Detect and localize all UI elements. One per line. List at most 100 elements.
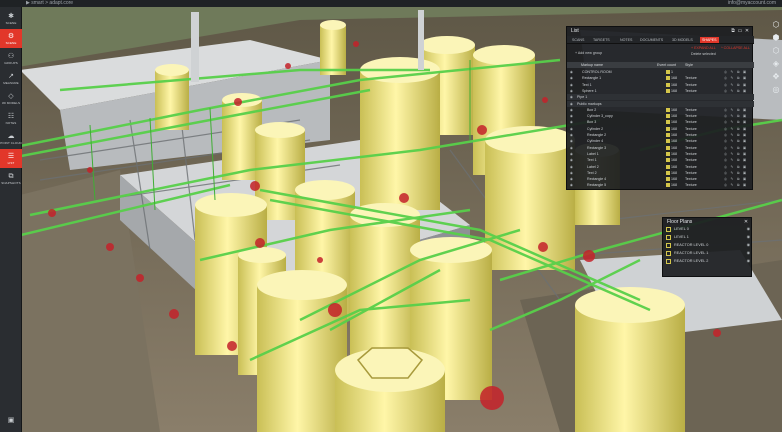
row-actions-icon[interactable]: ◎ ✎ ⧉ ▣: [724, 182, 748, 188]
list-item[interactable]: ◉ Text 1 168 Texture ◎ ✎ ⧉ ▣: [567, 82, 754, 88]
view-front-icon[interactable]: ⬢: [771, 33, 781, 43]
style-texture[interactable]: Texture: [685, 170, 697, 176]
style-swatch[interactable]: [666, 133, 670, 137]
floor-plan-item[interactable]: REACTOR LEVEL 0 ◉: [663, 242, 753, 249]
pan-icon[interactable]: ✥: [771, 72, 781, 82]
toolbar-item-scene[interactable]: ✱ scene: [0, 9, 22, 28]
style-texture[interactable]: Texture: [685, 119, 697, 125]
toolbar-item-snapshots[interactable]: ⧉ snapshots: [0, 169, 22, 188]
list-item[interactable]: ◉ Text 2 168 Texture ◎ ✎ ⧉ ▣: [567, 170, 754, 176]
orbit-icon[interactable]: ◎: [771, 85, 781, 95]
floor-plan-item[interactable]: LEVEL 0 ◉: [663, 226, 753, 233]
list-item[interactable]: ◉ Sphere 1 168 Texture ◎ ✎ ⧉ ▣: [567, 88, 754, 94]
list-item[interactable]: ◉ CONTROL ROOM 1 ◎ ✎ ⧉ ▣: [567, 69, 754, 75]
style-swatch[interactable]: [666, 82, 670, 87]
breadcrumb[interactable]: ▶ smart > adapt.core: [26, 0, 73, 7]
visibility-icon[interactable]: ◉: [747, 226, 750, 233]
visibility-icon[interactable]: ◉: [569, 126, 574, 132]
tab-documents[interactable]: DOCUMENTS: [638, 37, 665, 43]
list-item[interactable]: ◉ Cylinder 2 168 Texture ◎ ✎ ⧉ ▣: [567, 126, 754, 132]
toolbar-item-scene-active[interactable]: ⚙ scene: [0, 29, 22, 48]
style-texture[interactable]: Texture: [685, 75, 697, 81]
row-actions-icon[interactable]: ◎ ✎ ⧉ ▣: [724, 164, 748, 170]
row-actions-icon[interactable]: ◎ ✎ ⧉ ▣: [724, 113, 748, 119]
visibility-icon[interactable]: ◉: [569, 88, 574, 94]
style-swatch[interactable]: [666, 120, 670, 125]
list-item[interactable]: ◉ Box 3 168 Texture ◎ ✎ ⧉ ▣: [567, 119, 754, 125]
tab-scans[interactable]: SCANS: [570, 37, 586, 43]
row-actions-icon[interactable]: ◎ ✎ ⧉ ▣: [724, 82, 748, 88]
list-item[interactable]: ◉ Rectangle 2 168 Texture ◎ ✎ ⧉ ▣: [567, 132, 754, 138]
toolbar-item-measure[interactable]: ↗ measure: [0, 69, 22, 88]
style-swatch[interactable]: [666, 151, 670, 156]
style-texture[interactable]: Texture: [685, 157, 697, 163]
row-actions-icon[interactable]: ◎ ✎ ⧉ ▣: [724, 132, 748, 138]
visibility-icon[interactable]: ◉: [569, 101, 574, 107]
toolbar-item-point-cloud[interactable]: ☁ point cloud: [0, 129, 22, 148]
toolbar-item-groups[interactable]: ⚇ groups: [0, 49, 22, 68]
visibility-icon[interactable]: ◉: [569, 94, 574, 100]
visibility-icon[interactable]: ◉: [569, 170, 574, 176]
list-group-row[interactable]: ◉ Public markups: [567, 100, 754, 107]
delete-selected-button[interactable]: Delete selected: [691, 52, 716, 57]
visibility-icon[interactable]: ◉: [569, 157, 574, 163]
tab-targets[interactable]: TARGETS: [591, 37, 612, 43]
visibility-icon[interactable]: ◉: [569, 113, 574, 119]
row-actions-icon[interactable]: ◎ ✎ ⧉ ▣: [724, 126, 748, 132]
visibility-icon[interactable]: ◉: [569, 82, 574, 88]
minimize-icon[interactable]: ▭: [737, 28, 743, 34]
close-icon[interactable]: ✕: [744, 28, 750, 34]
style-swatch[interactable]: [666, 145, 670, 150]
style-texture[interactable]: Texture: [685, 182, 697, 188]
visibility-icon[interactable]: ◉: [569, 145, 574, 151]
style-texture[interactable]: Texture: [685, 138, 697, 144]
col-header-name[interactable]: Markup name: [581, 62, 603, 68]
row-actions-icon[interactable]: ◎ ✎ ⧉ ▣: [724, 69, 748, 75]
visibility-icon[interactable]: ◉: [569, 151, 574, 157]
style-swatch[interactable]: [666, 107, 670, 112]
visibility-icon[interactable]: ◉: [569, 138, 574, 144]
style-swatch[interactable]: [666, 170, 670, 175]
style-texture[interactable]: Texture: [685, 132, 697, 138]
style-texture[interactable]: Texture: [685, 88, 697, 94]
style-swatch[interactable]: [666, 88, 670, 93]
list-item[interactable]: ◉ Label 1 168 Texture ◎ ✎ ⧉ ▣: [567, 151, 754, 157]
list-item[interactable]: ◉ Text 1 168 Texture ◎ ✎ ⧉ ▣: [567, 157, 754, 163]
style-texture[interactable]: Texture: [685, 145, 697, 151]
list-group-row[interactable]: ◉ Pipe 1: [567, 94, 754, 101]
row-actions-icon[interactable]: ◎ ✎ ⧉ ▣: [724, 151, 748, 157]
view-iso-icon[interactable]: ◈: [771, 59, 781, 69]
visibility-icon[interactable]: ◉: [569, 75, 574, 81]
style-swatch[interactable]: [666, 70, 670, 74]
floor-plan-item[interactable]: LEVEL 1 ◉: [663, 234, 753, 241]
style-swatch[interactable]: [666, 177, 670, 182]
list-item[interactable]: ◉ Rectangle 1 168 Texture ◎ ✎ ⧉ ▣: [567, 75, 754, 81]
style-swatch[interactable]: [666, 114, 670, 119]
style-texture[interactable]: Texture: [685, 126, 697, 132]
row-actions-icon[interactable]: ◎ ✎ ⧉ ▣: [724, 88, 748, 94]
expand-all-button[interactable]: + EXPAND ALL: [691, 46, 716, 51]
list-item[interactable]: ◉ Rectangle 3 168 Texture ◎ ✎ ⧉ ▣: [567, 145, 754, 151]
toolbar-item-3d-models[interactable]: ◇ 3d models: [0, 89, 22, 108]
visibility-icon[interactable]: ◉: [747, 242, 750, 249]
row-actions-icon[interactable]: ◎ ✎ ⧉ ▣: [724, 119, 748, 125]
style-texture[interactable]: Texture: [685, 164, 697, 170]
row-actions-icon[interactable]: ◎ ✎ ⧉ ▣: [724, 138, 748, 144]
style-swatch[interactable]: [666, 76, 670, 81]
list-item[interactable]: ◉ Rectangle 5 168 Texture ◎ ✎ ⧉ ▣: [567, 182, 754, 188]
col-header-style[interactable]: Style: [685, 62, 693, 68]
row-actions-icon[interactable]: ◎ ✎ ⧉ ▣: [724, 157, 748, 163]
toolbar-item-list[interactable]: ☰ list: [0, 149, 22, 168]
style-texture[interactable]: Texture: [685, 82, 697, 88]
style-swatch[interactable]: [666, 126, 670, 131]
view-side-icon[interactable]: ⬡: [771, 46, 781, 56]
tab-notes[interactable]: NOTES: [618, 37, 634, 43]
visibility-icon[interactable]: ◉: [569, 164, 574, 170]
visibility-icon[interactable]: ◉: [569, 69, 574, 75]
toolbar-item-bottom[interactable]: ▣: [0, 411, 22, 430]
list-item[interactable]: ◉ Rectangle 4 168 Texture ◎ ✎ ⧉ ▣: [567, 176, 754, 182]
row-actions-icon[interactable]: ◎ ✎ ⧉ ▣: [724, 170, 748, 176]
style-texture[interactable]: Texture: [685, 107, 697, 113]
style-texture[interactable]: Texture: [685, 151, 697, 157]
visibility-icon[interactable]: ◉: [569, 182, 574, 188]
